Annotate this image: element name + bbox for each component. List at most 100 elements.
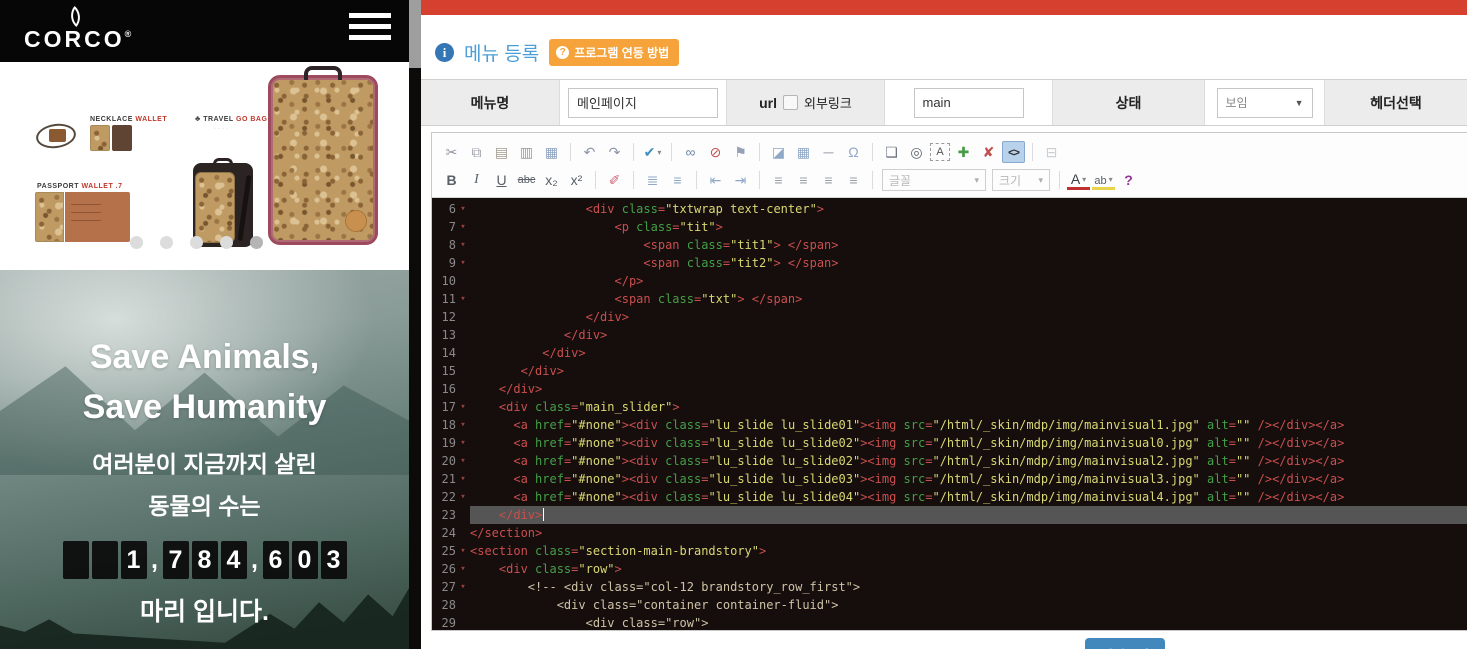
leaf-icon bbox=[65, 6, 86, 27]
size-dropdown[interactable]: 크기▾ bbox=[992, 169, 1050, 191]
code-line-26[interactable]: 26▾ <div class="row"> bbox=[432, 560, 1467, 578]
fold-arrow-icon[interactable]: ▾ bbox=[456, 218, 470, 236]
slider-dot[interactable] bbox=[160, 236, 173, 249]
code-line-13[interactable]: 13 </div> bbox=[432, 326, 1467, 344]
bold-icon[interactable]: B bbox=[440, 169, 463, 191]
bullet-list-icon[interactable]: ≡ bbox=[666, 169, 689, 191]
fold-arrow-icon[interactable]: ▾ bbox=[456, 236, 470, 254]
cut-icon[interactable]: ✂ bbox=[440, 141, 463, 163]
code-line-11[interactable]: 11▾ <span class="txt"> </span> bbox=[432, 290, 1467, 308]
horizontal-line-icon[interactable]: ─ bbox=[817, 141, 840, 163]
align-center-icon[interactable]: ≡ bbox=[792, 169, 815, 191]
superscript-icon[interactable]: x² bbox=[565, 169, 588, 191]
paste-text-icon[interactable]: ▥ bbox=[515, 141, 538, 163]
fold-arrow-icon[interactable]: ▾ bbox=[456, 542, 470, 560]
about-icon[interactable]: ? bbox=[1117, 169, 1140, 191]
slider-dot[interactable] bbox=[130, 236, 143, 249]
code-line-23[interactable]: 23 </div> bbox=[432, 506, 1467, 524]
strikethrough-icon[interactable]: abc bbox=[515, 169, 538, 191]
scrollbar-thumb[interactable] bbox=[409, 0, 421, 68]
paste-word-icon[interactable]: ▦ bbox=[540, 141, 563, 163]
preview-scrollbar[interactable] bbox=[409, 0, 421, 649]
code-line-7[interactable]: 7▾ <p class="tit"> bbox=[432, 218, 1467, 236]
align-right-icon[interactable]: ≡ bbox=[817, 169, 840, 191]
italic-icon[interactable]: I bbox=[465, 169, 488, 191]
code-line-6[interactable]: 6▾ <div class="txtwrap text-center"> bbox=[432, 200, 1467, 218]
print-icon[interactable]: ⊟ bbox=[1040, 141, 1063, 163]
outdent-icon[interactable]: ⇤ bbox=[704, 169, 727, 191]
slider-dot[interactable] bbox=[250, 236, 263, 249]
table-icon[interactable]: ▦ bbox=[792, 141, 815, 163]
code-line-9[interactable]: 9▾ <span class="tit2"> </span> bbox=[432, 254, 1467, 272]
indent-icon[interactable]: ⇥ bbox=[729, 169, 752, 191]
spellcheck-icon[interactable]: ✔ bbox=[641, 141, 664, 163]
highlight-color-icon[interactable]: ab bbox=[1092, 171, 1115, 190]
anchor-icon[interactable]: ⚑ bbox=[729, 141, 752, 163]
status-select[interactable]: 보임 ▼ bbox=[1217, 88, 1313, 118]
font-dropdown[interactable]: 글꼴▾ bbox=[882, 169, 986, 191]
align-justify-icon[interactable]: ≡ bbox=[842, 169, 865, 191]
fold-arrow-icon[interactable]: ▾ bbox=[456, 488, 470, 506]
paste-icon[interactable]: ▤ bbox=[490, 141, 513, 163]
code-line-15[interactable]: 15 </div> bbox=[432, 362, 1467, 380]
fold-arrow-icon[interactable]: ▾ bbox=[456, 560, 470, 578]
copy-icon[interactable]: ⧉ bbox=[465, 141, 488, 163]
fold-arrow-icon[interactable]: ▾ bbox=[456, 416, 470, 434]
fold-arrow-icon[interactable]: ▾ bbox=[456, 398, 470, 416]
undo-icon[interactable]: ↶ bbox=[578, 141, 601, 163]
code-line-21[interactable]: 21▾ <a href="#none"><div class="lu_slide… bbox=[432, 470, 1467, 488]
line-number: 24 bbox=[432, 524, 456, 542]
url-input[interactable] bbox=[914, 88, 1024, 118]
code-line-20[interactable]: 20▾ <a href="#none"><div class="lu_slide… bbox=[432, 452, 1467, 470]
redo-icon[interactable]: ↷ bbox=[603, 141, 626, 163]
subscript-icon[interactable]: x₂ bbox=[540, 169, 563, 191]
numbered-list-icon[interactable]: ≣ bbox=[641, 169, 664, 191]
code-line-8[interactable]: 8▾ <span class="tit1"> </span> bbox=[432, 236, 1467, 254]
slider-dot[interactable] bbox=[190, 236, 203, 249]
code-line-16[interactable]: 16 </div> bbox=[432, 380, 1467, 398]
preview-button[interactable]: 미리보기 bbox=[1085, 638, 1165, 649]
image-icon[interactable]: ◪ bbox=[767, 141, 790, 163]
product-slider[interactable]: NECKLACE WALLET PASSPORT WALLET .7 ♣ TRA… bbox=[0, 62, 409, 270]
code-line-12[interactable]: 12 </div> bbox=[432, 308, 1467, 326]
underline-icon[interactable]: U bbox=[490, 169, 513, 191]
fold-arrow-icon[interactable]: ▾ bbox=[456, 434, 470, 452]
select-all-icon[interactable]: A bbox=[930, 143, 950, 161]
source-button[interactable]: <> bbox=[1002, 141, 1025, 163]
fold-arrow-icon[interactable]: ▾ bbox=[456, 290, 470, 308]
special-char-icon[interactable]: Ω bbox=[842, 141, 865, 163]
site-preview: CORCO® NECKLACE WALLET PASSPORT WALLET .… bbox=[0, 0, 409, 649]
code-line-10[interactable]: 10 </p> bbox=[432, 272, 1467, 290]
link-icon[interactable]: ∞ bbox=[679, 141, 702, 163]
insert-comment-icon[interactable]: ✚ bbox=[952, 141, 975, 163]
program-link-help-button[interactable]: ? 프로그램 연동 방법 bbox=[549, 39, 679, 66]
code-line-28[interactable]: 28 <div class="container container-fluid… bbox=[432, 596, 1467, 614]
corco-logo[interactable]: CORCO® bbox=[24, 4, 144, 58]
align-left-icon[interactable]: ≡ bbox=[767, 169, 790, 191]
code-line-19[interactable]: 19▾ <a href="#none"><div class="lu_slide… bbox=[432, 434, 1467, 452]
fold-arrow-icon[interactable]: ▾ bbox=[456, 578, 470, 596]
code-line-25[interactable]: 25▾<section class="section-main-brandsto… bbox=[432, 542, 1467, 560]
fold-arrow-icon[interactable]: ▾ bbox=[456, 254, 470, 272]
code-line-27[interactable]: 27▾ <!-- <div class="col-12 brandstory_r… bbox=[432, 578, 1467, 596]
unlink-icon[interactable]: ⊘ bbox=[704, 141, 727, 163]
code-line-22[interactable]: 22▾ <a href="#none"><div class="lu_slide… bbox=[432, 488, 1467, 506]
code-line-17[interactable]: 17▾ <div class="main_slider"> bbox=[432, 398, 1467, 416]
menu-name-input[interactable] bbox=[568, 88, 718, 118]
code-area[interactable]: 6▾ <div class="txtwrap text-center">7▾ <… bbox=[432, 198, 1467, 630]
code-line-29[interactable]: 29 <div class="row"> bbox=[432, 614, 1467, 630]
code-line-18[interactable]: 18▾ <a href="#none"><div class="lu_slide… bbox=[432, 416, 1467, 434]
code-line-24[interactable]: 24</section> bbox=[432, 524, 1467, 542]
remove-format-icon[interactable]: ✐ bbox=[603, 169, 626, 191]
fold-arrow-icon[interactable]: ▾ bbox=[456, 200, 470, 218]
fold-arrow-icon[interactable]: ▾ bbox=[456, 452, 470, 470]
find-icon[interactable]: ◎ bbox=[905, 141, 928, 163]
fold-arrow-icon[interactable]: ▾ bbox=[456, 470, 470, 488]
slider-dot[interactable] bbox=[220, 236, 233, 249]
remove-comment-icon[interactable]: ✘ bbox=[977, 141, 1000, 163]
menu-icon[interactable] bbox=[349, 13, 391, 49]
external-link-checkbox[interactable] bbox=[783, 95, 798, 110]
code-line-14[interactable]: 14 </div> bbox=[432, 344, 1467, 362]
maximize-icon[interactable]: ❏ bbox=[880, 141, 903, 163]
text-color-icon[interactable]: A bbox=[1067, 171, 1090, 190]
